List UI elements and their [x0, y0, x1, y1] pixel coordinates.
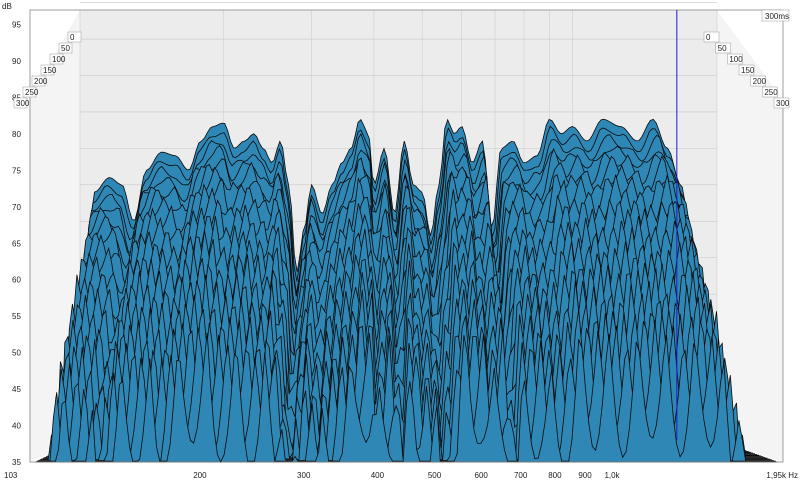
y-tick-label: 50: [12, 349, 21, 358]
x-tick-label: 300: [297, 471, 311, 480]
x-tick-label: 500: [428, 471, 442, 480]
time-tick-label: 300: [16, 99, 30, 108]
time-tick-right: 250: [762, 86, 778, 98]
y-tick-label: 80: [12, 130, 21, 139]
time-tick-left: 100: [49, 53, 66, 65]
time-tick-right: 150: [738, 64, 755, 76]
time-tick-label: 300: [776, 99, 790, 108]
time-tick-label: 200: [34, 77, 48, 86]
time-tick-label: 100: [52, 55, 66, 64]
y-tick-label: 45: [12, 385, 21, 394]
y-tick-label: 95: [12, 21, 21, 30]
time-tick-label: 250: [764, 88, 778, 97]
time-tick-label: 50: [718, 44, 727, 53]
time-tick-left: 150: [40, 64, 57, 76]
y-tick-label: 65: [12, 239, 21, 248]
time-tick-label: 100: [729, 55, 743, 64]
y-tick-label: 35: [12, 458, 21, 467]
x-tick-label: 103: [4, 471, 18, 480]
time-tick-right: 300: [773, 97, 790, 109]
time-tick-label: 200: [753, 77, 767, 86]
time-tick-right: 50: [715, 42, 731, 54]
x-tick-label: 600: [475, 471, 489, 480]
y-axis-label: dB: [2, 2, 12, 11]
x-tick-label: 200: [193, 471, 207, 480]
x-tick-label: 1,95k Hz: [766, 471, 798, 480]
time-tick-left: 300: [13, 97, 30, 109]
time-tick-label: 250: [25, 88, 39, 97]
x-tick-label: 800: [548, 471, 562, 480]
time-tick-left: 250: [22, 86, 39, 98]
x-tick-label: 1,0k: [604, 471, 620, 480]
time-tick-label: 150: [741, 66, 755, 75]
time-unit-badge: 300ms: [761, 9, 790, 22]
x-tick-label: 700: [514, 471, 528, 480]
waterfall-slices: [35, 118, 778, 463]
time-tick-left: 200: [31, 75, 48, 87]
y-tick-label: 90: [12, 57, 21, 66]
time-tick-left: 0: [67, 31, 82, 43]
time-tick-right: 200: [750, 75, 767, 87]
time-tick-right: 0: [703, 31, 720, 43]
time-tick-label: 50: [61, 44, 70, 53]
x-tick-label: 400: [371, 471, 385, 480]
time-unit-label: 300ms: [765, 12, 789, 21]
time-tick-left: 50: [58, 42, 73, 54]
y-tick-label: 75: [12, 166, 21, 175]
y-tick-label: 60: [12, 276, 21, 285]
waterfall-chart: 3540455055606570758085909510320030040050…: [2, 2, 798, 480]
y-tick-label: 55: [12, 312, 21, 321]
time-tick-label: 0: [706, 33, 711, 42]
x-tick-label: 900: [578, 471, 592, 480]
time-tick-right: 100: [727, 53, 743, 65]
y-tick-label: 70: [12, 203, 21, 212]
time-tick-label: 0: [70, 33, 75, 42]
y-tick-label: 40: [12, 422, 21, 431]
time-tick-label: 150: [43, 66, 57, 75]
